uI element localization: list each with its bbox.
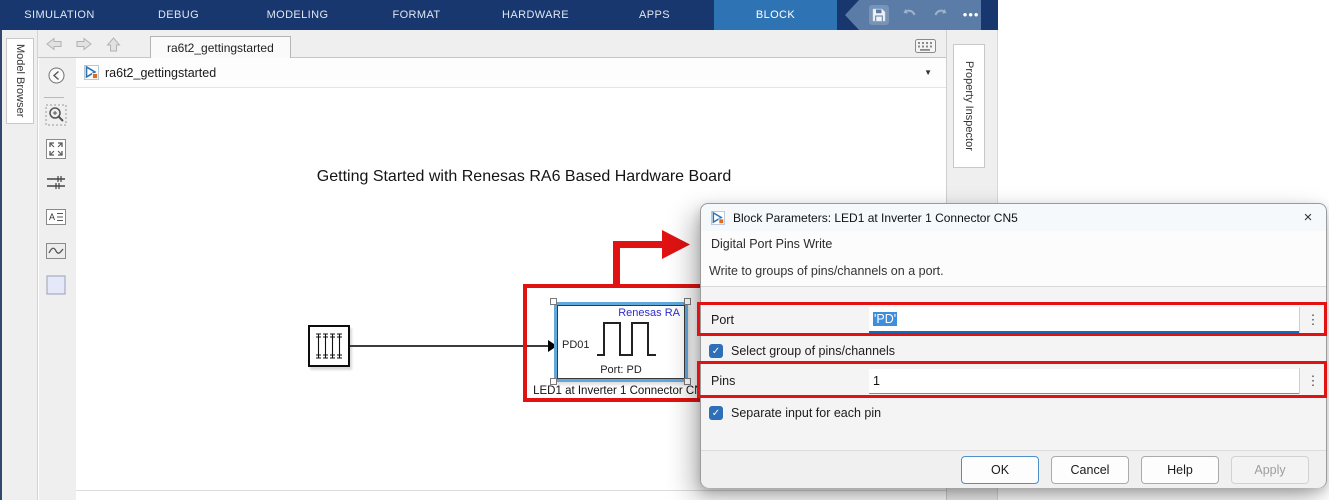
signal-lines-icon[interactable] <box>44 171 68 195</box>
annotation-icon[interactable]: A <box>44 205 68 229</box>
pins-options-icon[interactable]: ⋮ <box>1299 368 1326 394</box>
dialog-titlebar[interactable]: Block Parameters: LED1 at Inverter 1 Con… <box>701 204 1326 231</box>
toolstrip: SIMULATION DEBUG MODELING FORMAT HARDWAR… <box>0 0 998 30</box>
port-input[interactable]: 'PD' <box>869 307 1299 333</box>
close-icon[interactable]: × <box>1296 206 1320 229</box>
svg-text:A: A <box>49 212 55 222</box>
plot-area-icon[interactable] <box>44 239 68 263</box>
tab-apps[interactable]: APPS <box>595 0 714 30</box>
highlight-arrow-icon <box>600 226 700 296</box>
simulink-window: SIMULATION DEBUG MODELING FORMAT HARDWAR… <box>0 0 1329 500</box>
save-icon[interactable] <box>869 5 889 25</box>
keyboard-shortcuts-icon[interactable] <box>915 39 936 58</box>
back-icon[interactable] <box>46 37 62 51</box>
checkmark-icon: ✓ <box>712 346 720 357</box>
property-inspector-tab[interactable]: Property Inspector <box>953 44 985 168</box>
pulse-source-block[interactable] <box>308 325 350 367</box>
digital-signals-icon <box>312 329 346 363</box>
zoom-region-icon[interactable] <box>44 103 68 127</box>
canvas-bottom-edge <box>76 490 946 491</box>
tab-hardware[interactable]: HARDWARE <box>476 0 595 30</box>
model-file-icon <box>84 65 99 80</box>
tab-format[interactable]: FORMAT <box>357 0 476 30</box>
document-tab-label: ra6t2_gettingstarted <box>167 41 274 55</box>
redo-icon[interactable] <box>931 5 951 25</box>
checkmark-icon: ✓ <box>712 408 720 419</box>
rectangle-area-icon[interactable] <box>44 273 68 297</box>
model-browser-tab[interactable]: Model Browser <box>6 38 34 124</box>
fit-to-view-icon[interactable] <box>44 137 68 161</box>
undo-icon[interactable] <box>900 5 920 25</box>
select-group-checkbox[interactable]: ✓ <box>709 344 723 358</box>
tab-simulation[interactable]: SIMULATION <box>0 0 119 30</box>
hide-model-browser-icon[interactable] <box>44 63 68 87</box>
block-parameters-dialog: Block Parameters: LED1 at Inverter 1 Con… <box>700 203 1327 488</box>
property-inspector-label: Property Inspector <box>963 61 975 151</box>
nav-arrows <box>46 37 121 52</box>
breadcrumb[interactable]: ra6t2_gettingstarted ▼ <box>76 58 946 88</box>
dialog-section-title: Digital Port Pins Write <box>711 237 832 251</box>
pins-value: 1 <box>873 374 880 388</box>
breadcrumb-model-name: ra6t2_gettingstarted <box>105 66 216 80</box>
palette-separator <box>44 97 64 98</box>
tab-block[interactable]: BLOCK <box>714 0 837 30</box>
dialog-separator <box>701 286 1326 287</box>
pins-input[interactable]: 1 <box>869 369 1299 394</box>
model-browser-label: Model Browser <box>14 44 26 117</box>
up-to-parent-icon[interactable] <box>106 37 121 52</box>
apply-button[interactable]: Apply <box>1231 456 1309 484</box>
highlight-rectangle-block <box>523 284 707 402</box>
select-group-row: ✓ Select group of pins/channels <box>701 341 1326 361</box>
separate-input-label: Separate input for each pin <box>731 406 881 420</box>
help-button[interactable]: Help <box>1141 456 1219 484</box>
forward-icon[interactable] <box>76 37 92 51</box>
dialog-description: Write to groups of pins/channels on a po… <box>709 264 944 278</box>
dialog-model-icon <box>711 211 725 225</box>
tab-debug[interactable]: DEBUG <box>119 0 238 30</box>
dialog-title: Block Parameters: LED1 at Inverter 1 Con… <box>733 211 1018 225</box>
document-tab[interactable]: ra6t2_gettingstarted <box>150 36 291 59</box>
tab-modeling[interactable]: MODELING <box>238 0 357 30</box>
quick-access-toolbar: ••• <box>845 0 981 30</box>
breadcrumb-dropdown-icon[interactable]: ▼ <box>924 68 932 77</box>
model-heading: Getting Started with Renesas RA6 Based H… <box>283 168 765 186</box>
ok-button[interactable]: OK <box>961 456 1039 484</box>
separate-input-checkbox[interactable]: ✓ <box>709 406 723 420</box>
pins-label: Pins <box>711 374 869 388</box>
port-label: Port <box>711 313 869 327</box>
dialog-button-bar: OK Cancel Help Apply <box>701 450 1326 488</box>
pins-parameter-row: Pins 1 ⋮ <box>701 363 1326 399</box>
port-parameter-row: Port 'PD' ⋮ <box>701 303 1326 336</box>
more-options-icon[interactable]: ••• <box>961 5 981 25</box>
cancel-button[interactable]: Cancel <box>1051 456 1129 484</box>
separate-input-row: ✓ Separate input for each pin <box>701 403 1326 423</box>
select-group-label: Select group of pins/channels <box>731 344 895 358</box>
port-value-selected: 'PD' <box>873 312 897 326</box>
port-options-icon[interactable]: ⋮ <box>1299 307 1326 333</box>
signal-wire[interactable] <box>350 345 551 347</box>
